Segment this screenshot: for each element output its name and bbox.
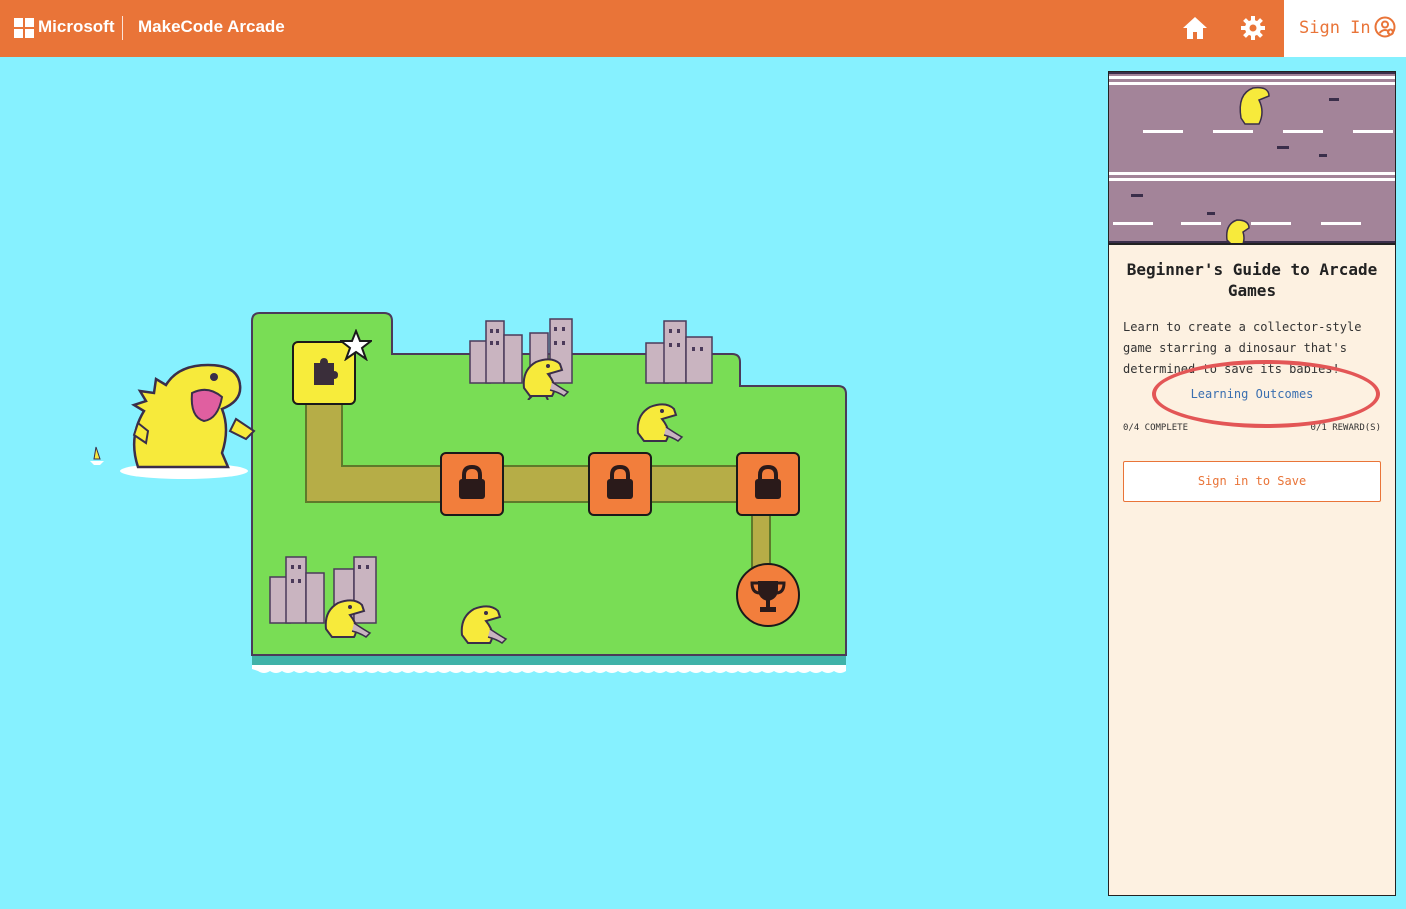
header-divider xyxy=(122,16,123,40)
rewards-text: 0/1 REWARD(S) xyxy=(1310,423,1381,433)
microsoft-logo-icon xyxy=(14,18,34,38)
lock-icon xyxy=(459,464,485,499)
city-buildings-icon xyxy=(645,320,713,384)
dinosaur-icon xyxy=(636,403,684,442)
app-title[interactable]: MakeCode Arcade xyxy=(138,17,285,37)
lock-icon xyxy=(755,464,781,499)
sign-in-to-save-button[interactable]: Sign in to Save xyxy=(1123,461,1381,502)
top-bar: Microsoft MakeCode Arcade Sign In xyxy=(0,0,1406,57)
map-node-4[interactable] xyxy=(736,452,800,516)
map-node-3[interactable] xyxy=(588,452,652,516)
map-node-2[interactable] xyxy=(440,452,504,516)
skill-map xyxy=(0,57,1100,909)
boat-icon xyxy=(90,446,104,465)
learning-outcomes-link[interactable]: Learning Outcomes xyxy=(1123,387,1381,401)
panel-title: Beginner's Guide to Arcade Games xyxy=(1126,260,1378,300)
info-panel: Beginner's Guide to Arcade Games Learn t… xyxy=(1108,71,1396,896)
lock-icon xyxy=(607,464,633,499)
dinosaur-icon xyxy=(324,599,372,638)
panel-description: Learn to create a collector-style game s… xyxy=(1123,320,1362,376)
sign-in-label: Sign In xyxy=(1299,18,1371,38)
dinosaur-icon xyxy=(460,605,508,644)
giant-dinosaur-icon xyxy=(120,363,256,479)
sign-in-button[interactable]: Sign In xyxy=(1284,0,1406,57)
progress-text: 0/4 COMPLETE xyxy=(1123,423,1189,433)
gear-icon[interactable] xyxy=(1239,14,1267,42)
dinosaur-icon xyxy=(522,358,570,400)
microsoft-brand: Microsoft xyxy=(38,17,115,36)
trophy-icon xyxy=(750,581,786,612)
panel-banner-image xyxy=(1109,72,1395,245)
map-island xyxy=(251,312,847,673)
home-icon[interactable] xyxy=(1181,14,1209,42)
account-icon xyxy=(1374,16,1396,38)
map-node-reward[interactable] xyxy=(736,563,800,627)
star-icon xyxy=(340,329,372,361)
